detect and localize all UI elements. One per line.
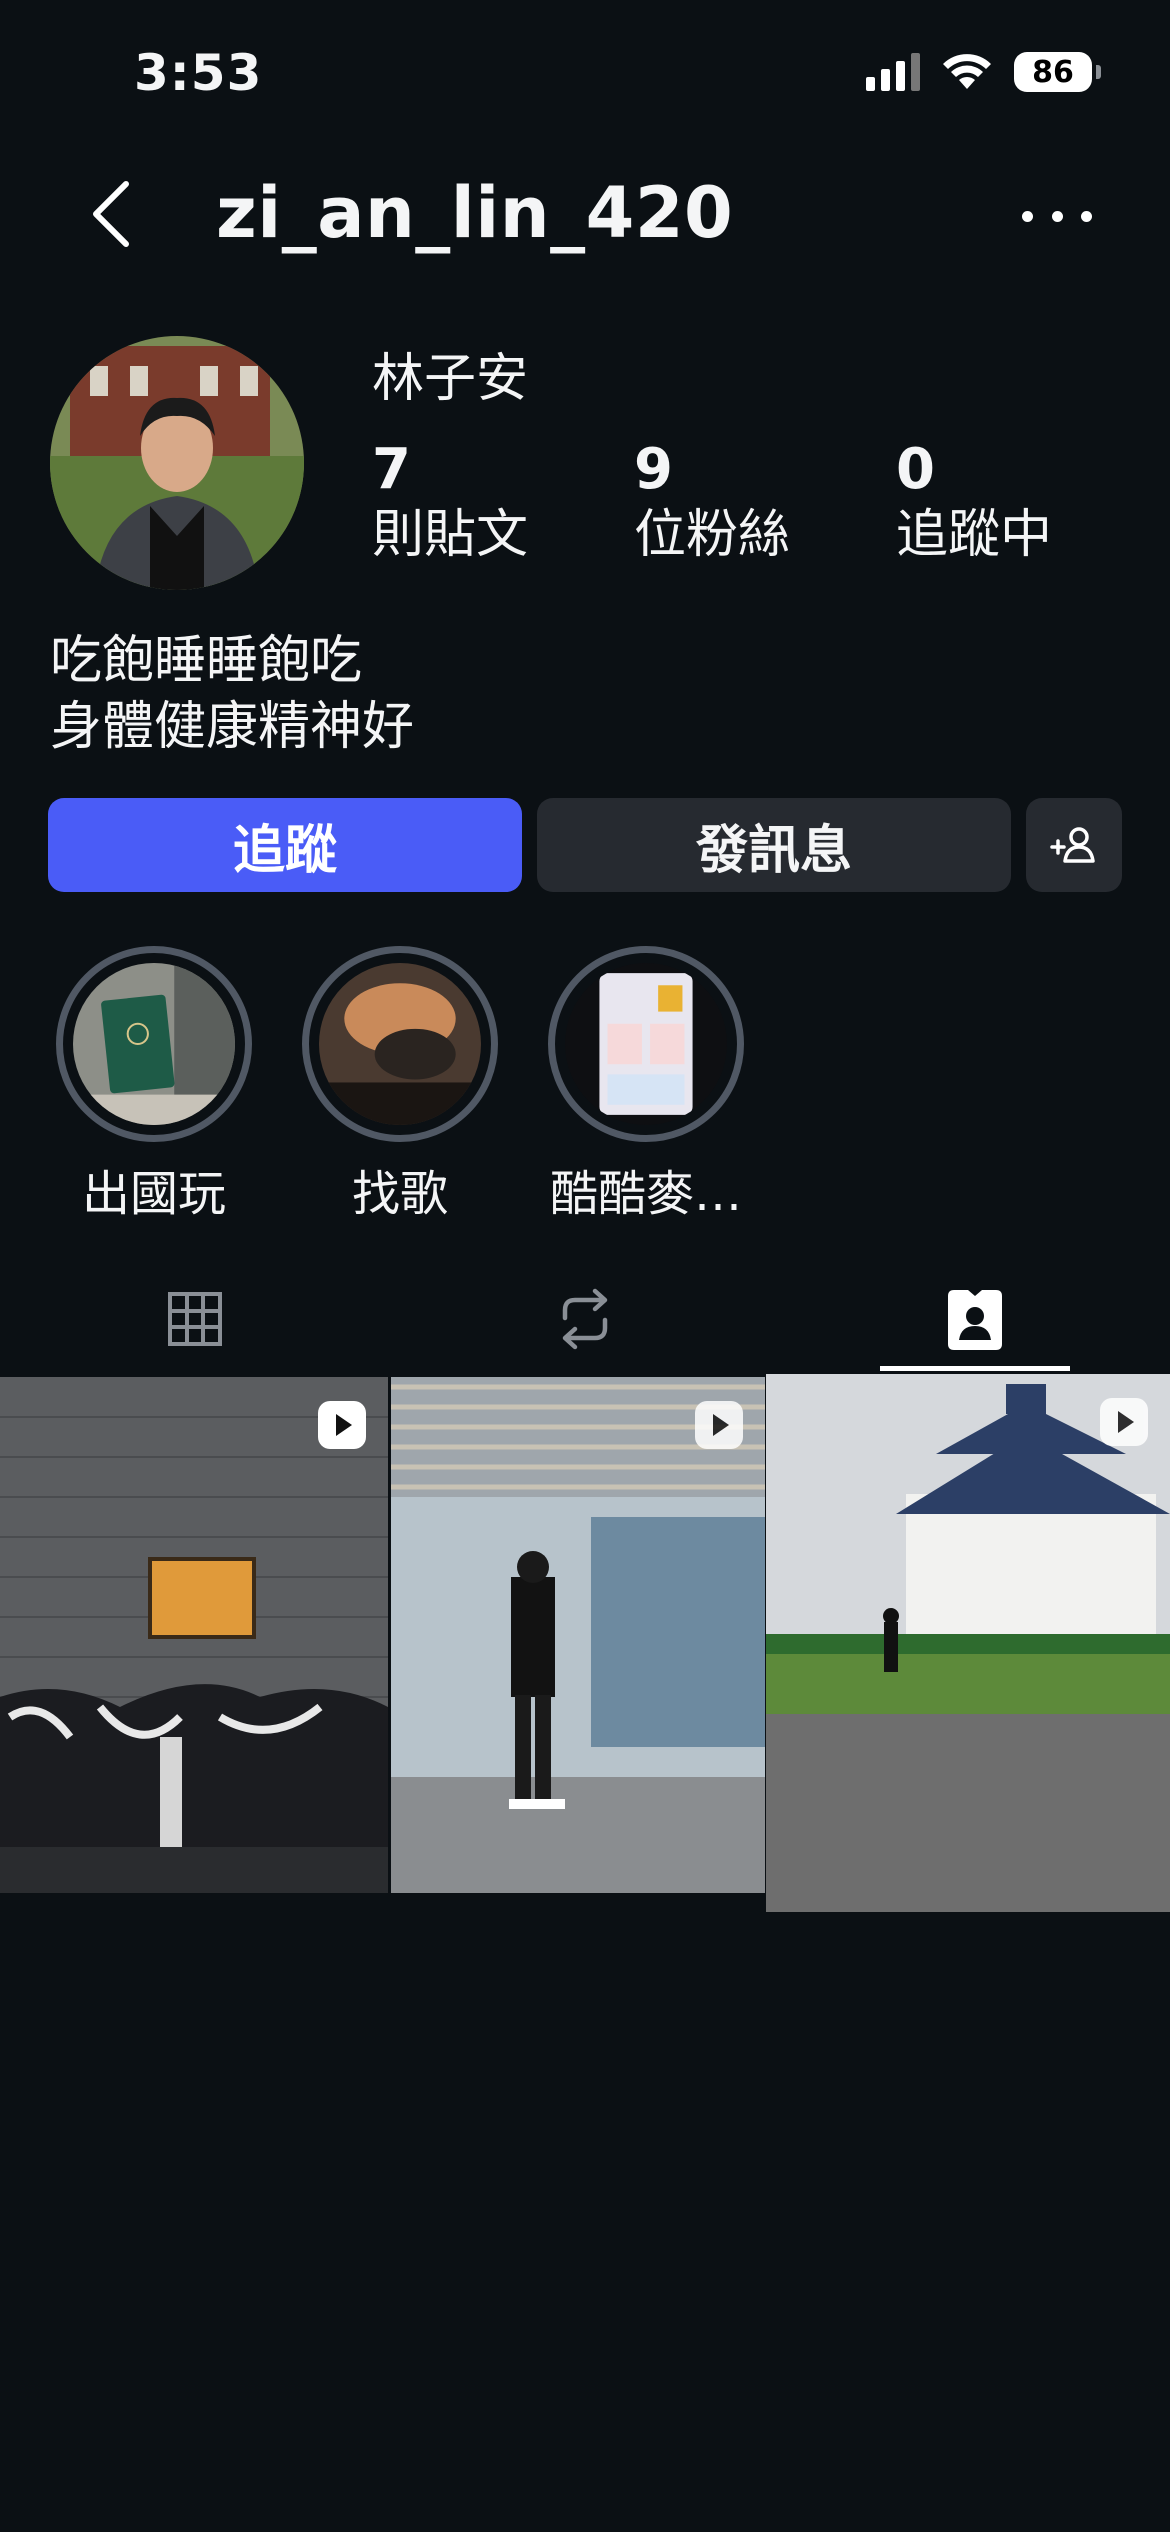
reposts-icon (562, 1288, 608, 1350)
following-count: 0 (896, 437, 935, 502)
highlight-cover (319, 963, 481, 1125)
highlight-cool[interactable]: 酷酷麥… (548, 946, 744, 1224)
back-icon (93, 181, 129, 247)
reel-icon (318, 1401, 366, 1449)
posts-count: 7 (372, 437, 411, 502)
tab-posts[interactable] (0, 1264, 390, 1374)
posts-stat[interactable]: 7 則貼文 (372, 440, 528, 570)
highlight-label: 找歌 (351, 1166, 448, 1222)
following-stat[interactable]: 0 追蹤中 (896, 440, 1052, 570)
more-options-button[interactable] (1022, 196, 1092, 236)
bio-line: 吃飽睡睡飽吃 (50, 631, 363, 691)
followers-stat[interactable]: 9 位粉絲 (634, 440, 790, 570)
bio-line: 身體健康精神好 (50, 697, 415, 757)
post-tile[interactable] (391, 1377, 765, 1893)
profile-bio: 吃飽睡睡飽吃 身體健康精神好 (50, 628, 414, 760)
highlight-travel[interactable]: 出國玩 (56, 946, 252, 1224)
tab-reposts[interactable] (390, 1264, 780, 1374)
tagged-icon (948, 1290, 1002, 1350)
highlight-cover (565, 963, 727, 1125)
message-button[interactable]: 發訊息 (537, 798, 1011, 892)
profile-username: zi_an_lin_420 (216, 172, 734, 254)
highlight-label: 酷酷麥… (549, 1166, 742, 1222)
post-tile[interactable] (766, 1374, 1170, 1912)
battery-indicator: 86 (1014, 52, 1101, 92)
active-tab-indicator (880, 1366, 1070, 1371)
status-time: 3:53 (134, 44, 263, 102)
reel-icon (695, 1401, 743, 1449)
more-icon (1022, 210, 1033, 222)
add-person-icon (1050, 827, 1095, 863)
followers-label: 位粉絲 (634, 505, 791, 565)
grid-icon (168, 1292, 222, 1346)
post-tile[interactable] (0, 1377, 388, 1893)
highlight-label: 出國玩 (81, 1166, 226, 1222)
wifi-icon (943, 54, 991, 89)
posts-label: 則貼文 (372, 505, 529, 565)
tab-tagged[interactable] (780, 1264, 1170, 1374)
highlight-songs[interactable]: 找歌 (302, 946, 498, 1224)
follow-button[interactable]: 追蹤 (48, 798, 522, 892)
profile-page: 3:53 86 zi_an_lin_420 林子安 7 則貼文 9 位粉絲 0 … (0, 0, 1170, 2532)
suggest-people-button[interactable] (1026, 798, 1122, 892)
highlight-cover (73, 963, 235, 1125)
profile-avatar[interactable] (50, 336, 304, 590)
display-name: 林子安 (372, 349, 529, 409)
back-button[interactable] (82, 174, 142, 254)
reel-icon (1100, 1398, 1148, 1446)
status-icons: 86 (866, 52, 1101, 92)
followers-count: 9 (634, 437, 673, 502)
following-label: 追蹤中 (896, 505, 1053, 565)
signal-icon (866, 53, 920, 91)
